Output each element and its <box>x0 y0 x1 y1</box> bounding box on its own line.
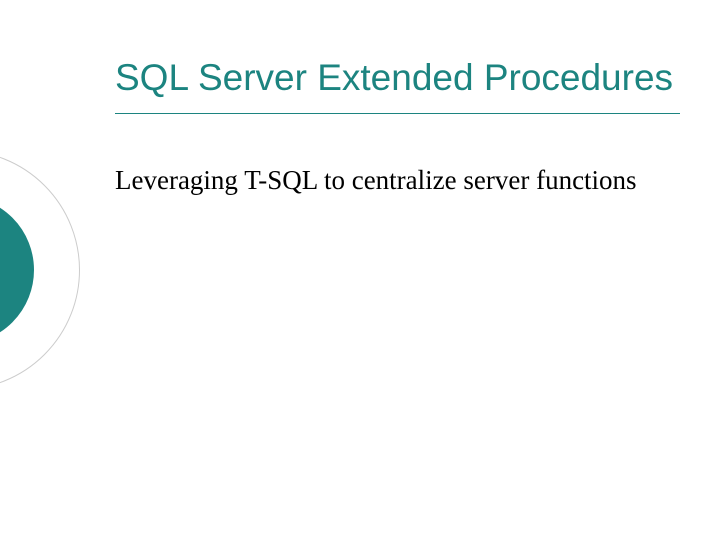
slide-content: SQL Server Extended Procedures Leveragin… <box>115 55 680 199</box>
title-divider <box>115 113 680 114</box>
slide-title: SQL Server Extended Procedures <box>115 55 680 101</box>
slide-subtitle: Leveraging T-SQL to centralize server fu… <box>115 162 680 198</box>
